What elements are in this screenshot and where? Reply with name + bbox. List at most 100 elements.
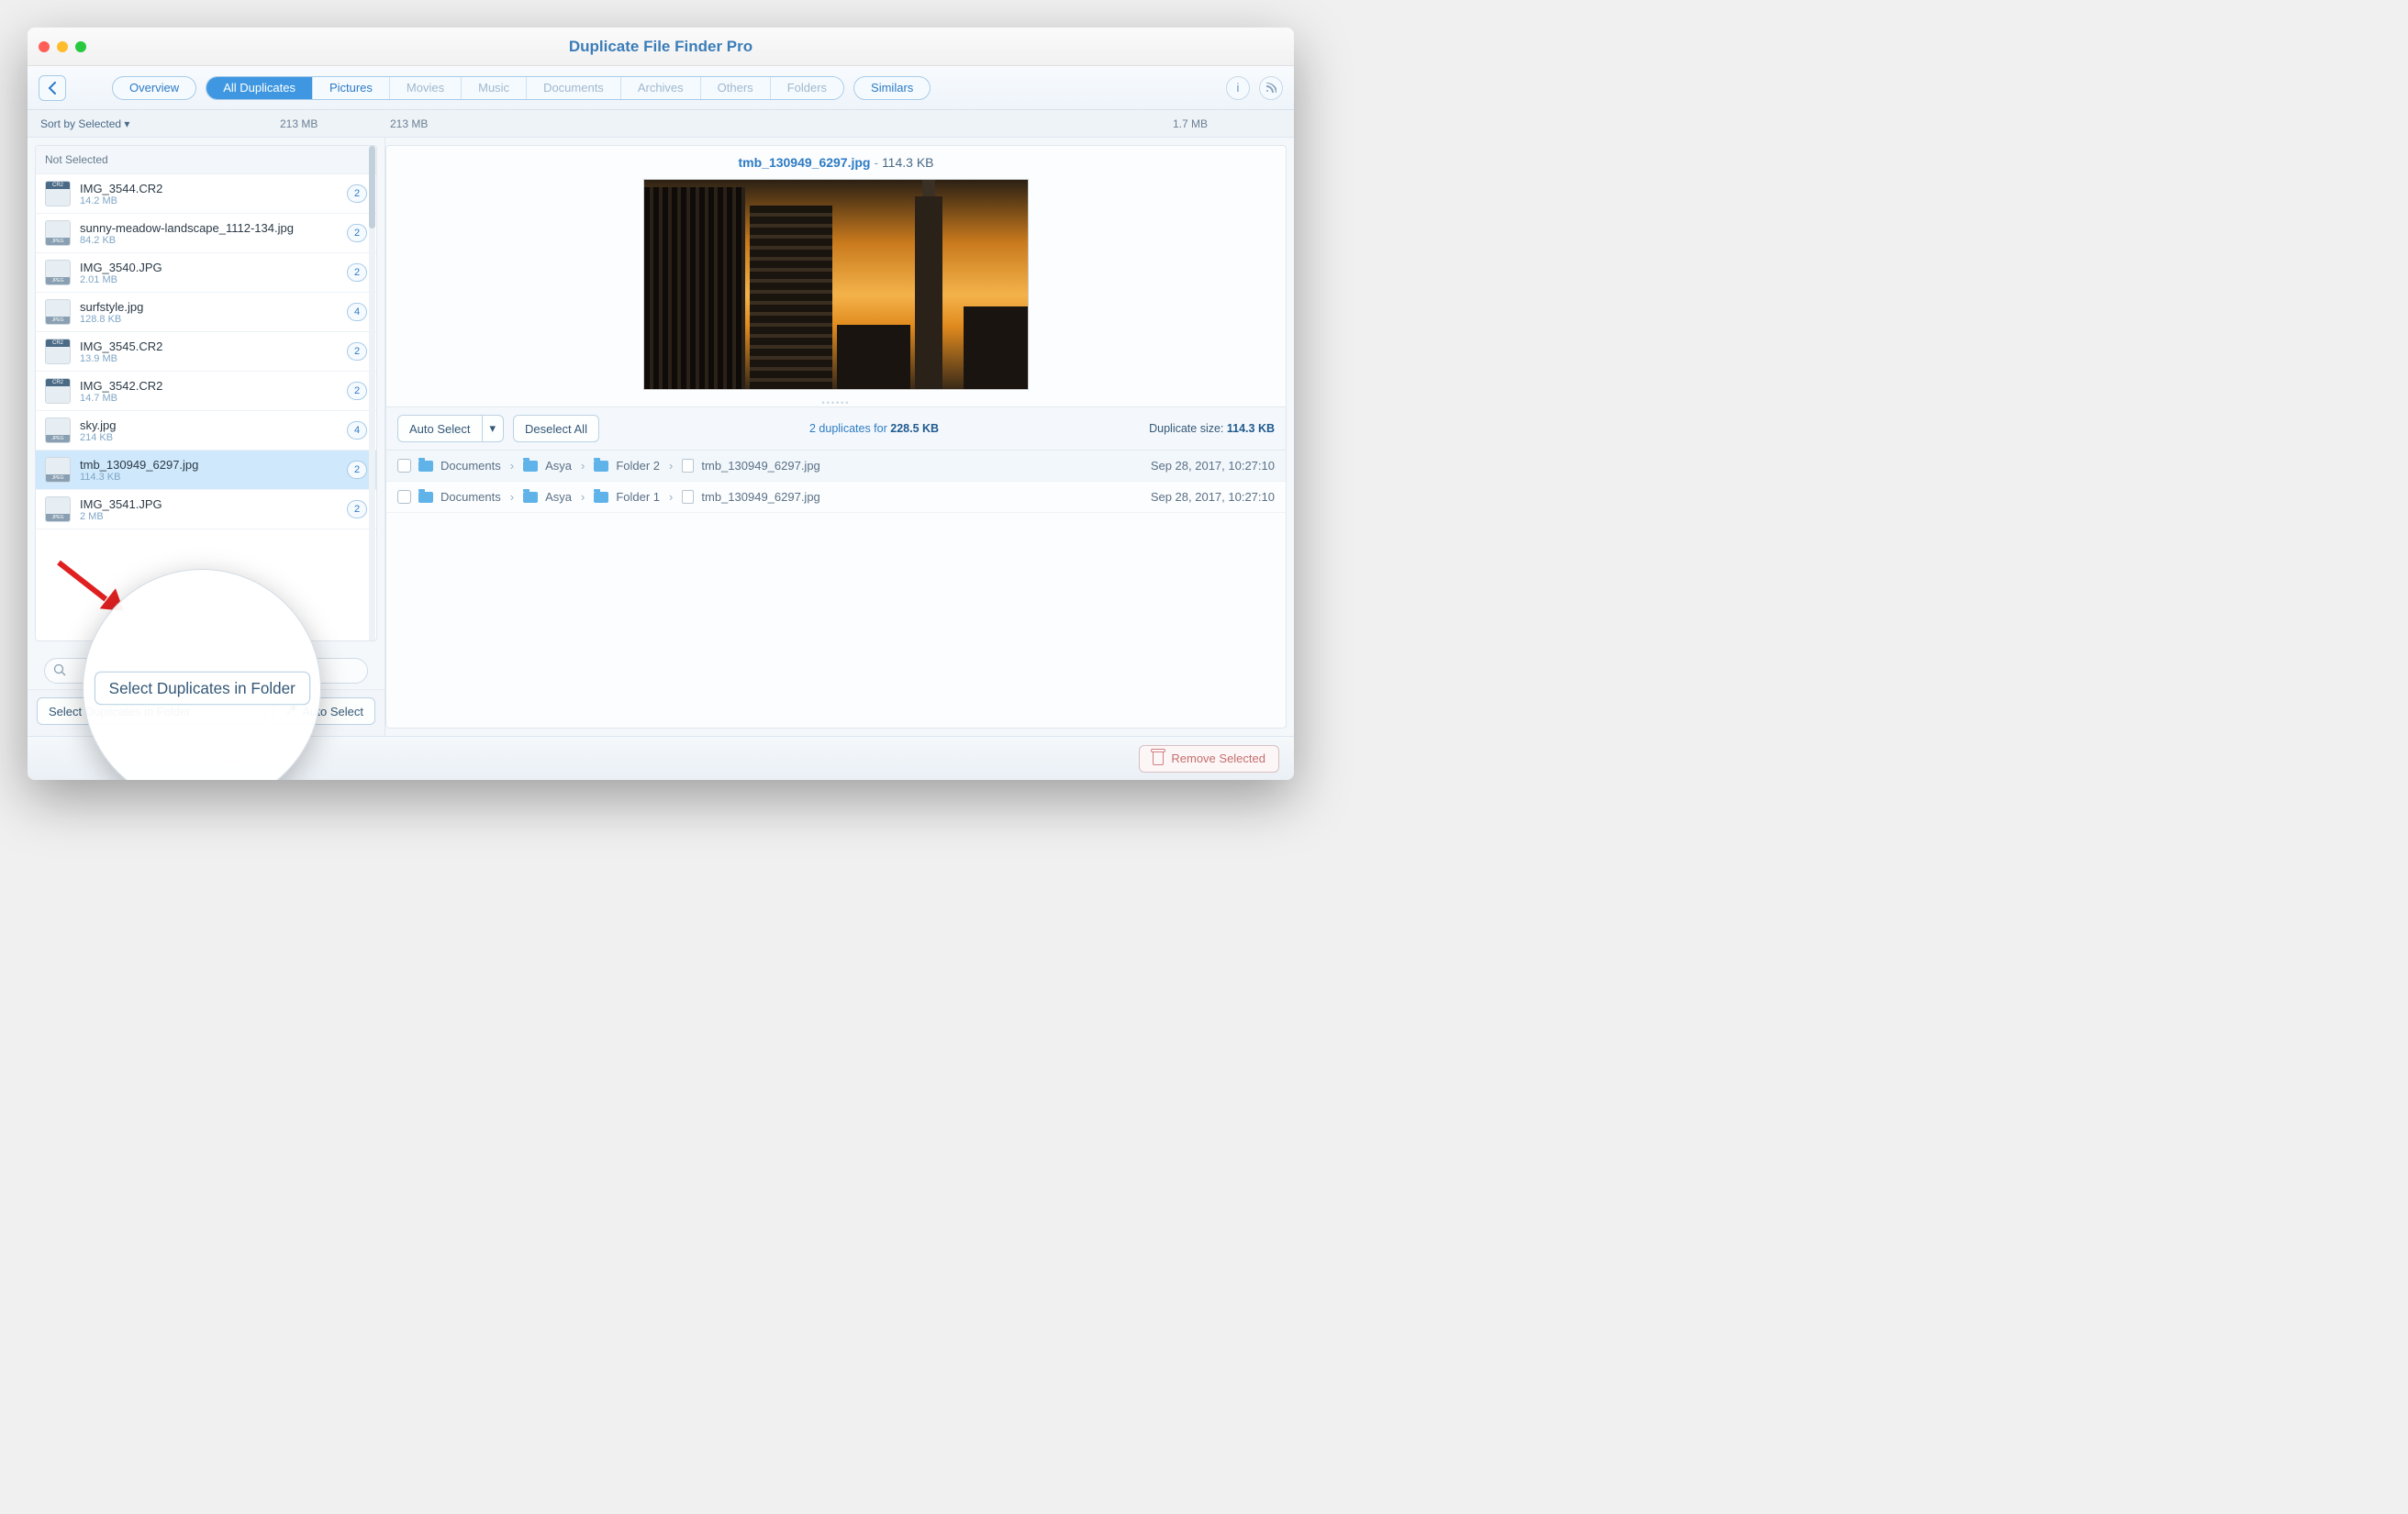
list-item[interactable]: IMG_3540.JPG2.01 MB2	[36, 253, 376, 293]
duplicate-size-label: Duplicate size: 114.3 KB	[1149, 422, 1275, 435]
zoom-button[interactable]	[75, 41, 86, 52]
folder-icon	[418, 461, 433, 472]
file-thumbnail	[45, 339, 71, 364]
sort-dropdown[interactable]: Sort by Selected ▾	[40, 117, 129, 130]
row-checkbox[interactable]	[397, 490, 411, 504]
tab-documents[interactable]: Documents	[527, 77, 621, 99]
file-thumbnail	[45, 220, 71, 246]
folder-icon	[418, 492, 433, 503]
category-tabs: All DuplicatesPicturesMoviesMusicDocumen…	[206, 76, 844, 100]
duplicate-count-badge: 2	[347, 461, 367, 479]
group-header: Not Selected	[36, 146, 376, 174]
list-item[interactable]: surfstyle.jpg128.8 KB 4	[36, 293, 376, 332]
list-item[interactable]: IMG_3541.JPG2 MB2	[36, 490, 376, 529]
folder-icon	[523, 492, 538, 503]
duplicate-count-badge: 2	[347, 224, 367, 242]
trash-icon	[1153, 752, 1164, 765]
file-size: 2.01 MB	[80, 274, 338, 285]
duplicate-count-badge: 4	[347, 421, 367, 440]
duplicate-count-badge: 4	[347, 303, 367, 321]
file-thumbnail	[45, 496, 71, 522]
scrollbar-thumb[interactable]	[369, 146, 375, 228]
duplicate-groups-panel: Not Selected IMG_3544.CR214.2 MB2sunny-m…	[35, 145, 377, 641]
file-name: IMG_3545.CR2	[80, 340, 338, 353]
split-handle[interactable]: ••••••	[386, 399, 1286, 406]
list-item[interactable]: IMG_3544.CR214.2 MB2	[36, 174, 376, 214]
app-window: Duplicate File Finder Pro Overview All D…	[28, 28, 1294, 780]
folder-icon	[594, 461, 608, 472]
duplicate-count-badge: 2	[347, 342, 367, 361]
wand-icon	[284, 704, 297, 719]
tab-pictures[interactable]: Pictures	[313, 77, 390, 99]
traffic-lights	[39, 41, 86, 52]
preview-size: 114.3 KB	[882, 155, 934, 170]
file-name: sunny-meadow-landscape_1112-134.jpg	[80, 221, 338, 235]
toolbar: Overview All DuplicatesPicturesMoviesMus…	[28, 66, 1294, 110]
deselect-all-button[interactable]: Deselect All	[513, 415, 599, 442]
file-thumbnail	[45, 378, 71, 404]
main-area: Not Selected IMG_3544.CR214.2 MB2sunny-m…	[28, 138, 1294, 736]
select-duplicates-in-folder-button[interactable]: Select Duplicates in Folder	[37, 697, 265, 725]
file-size: 84.2 KB	[80, 235, 338, 246]
file-size: 13.9 MB	[80, 353, 338, 364]
file-thumbnail	[45, 299, 71, 325]
file-date: Sep 28, 2017, 10:27:10	[1151, 459, 1275, 473]
info-icon[interactable]: i	[1226, 76, 1250, 100]
window-title: Duplicate File Finder Pro	[86, 38, 1235, 56]
duplicate-count-label: 2 duplicates for 228.5 KB	[608, 422, 1140, 435]
search-bar	[28, 649, 385, 689]
duplicate-file-rows: Documents › Asya › Folder 2 › tmb_130949…	[386, 451, 1286, 728]
file-name: sky.jpg	[80, 418, 338, 432]
file-size: 14.2 MB	[80, 195, 338, 206]
tab-music[interactable]: Music	[462, 77, 527, 99]
sub-toolbar: Sort by Selected ▾ 213 MB 213 MB 1.7 MB	[28, 110, 1294, 138]
auto-select-button[interactable]: Auto Select	[273, 697, 376, 725]
file-size: 2 MB	[80, 511, 338, 522]
list-item[interactable]: sunny-meadow-landscape_1112-134.jpg84.2 …	[36, 214, 376, 253]
tab-archives[interactable]: Archives	[621, 77, 701, 99]
file-name: surfstyle.jpg	[80, 300, 338, 314]
file-size: 128.8 KB	[80, 314, 338, 325]
list-item[interactable]: tmb_130949_6297.jpg114.3 KB2	[36, 451, 376, 490]
file-name: tmb_130949_6297.jpg	[80, 458, 338, 472]
row-checkbox[interactable]	[397, 459, 411, 473]
file-list[interactable]: IMG_3544.CR214.2 MB2sunny-meadow-landsca…	[36, 174, 376, 640]
duplicate-row[interactable]: Documents › Asya › Folder 2 › tmb_130949…	[386, 451, 1286, 482]
tab-movies[interactable]: Movies	[390, 77, 462, 99]
footer: Remove Selected	[28, 736, 1294, 780]
file-thumbnail	[45, 417, 71, 443]
similars-button[interactable]: Similars	[853, 76, 931, 100]
list-item[interactable]: sky.jpg214 KB4	[36, 411, 376, 451]
size-pictures: 213 MB	[390, 117, 428, 130]
rss-icon[interactable]	[1259, 76, 1283, 100]
search-input[interactable]	[44, 658, 368, 684]
sidebar-actions: Select Duplicates in Folder Auto Select	[28, 689, 385, 736]
back-button[interactable]	[39, 75, 66, 101]
folder-icon	[594, 492, 608, 503]
duplicate-count-badge: 2	[347, 184, 367, 203]
preview-image	[643, 179, 1029, 390]
titlebar: Duplicate File Finder Pro	[28, 28, 1294, 66]
overview-button[interactable]: Overview	[112, 76, 196, 100]
list-item[interactable]: IMG_3542.CR214.7 MB2	[36, 372, 376, 411]
file-icon	[682, 490, 694, 504]
duplicate-row[interactable]: Documents › Asya › Folder 1 › tmb_130949…	[386, 482, 1286, 513]
file-thumbnail	[45, 260, 71, 285]
sidebar: Not Selected IMG_3544.CR214.2 MB2sunny-m…	[28, 138, 385, 736]
file-size: 14.7 MB	[80, 393, 338, 404]
tab-all-duplicates[interactable]: All Duplicates	[206, 77, 313, 99]
file-name: IMG_3541.JPG	[80, 497, 338, 511]
file-thumbnail	[45, 457, 71, 483]
tab-folders[interactable]: Folders	[771, 77, 843, 99]
minimize-button[interactable]	[57, 41, 68, 52]
close-button[interactable]	[39, 41, 50, 52]
auto-select-dropdown[interactable]: ▾	[483, 415, 505, 442]
remove-selected-button[interactable]: Remove Selected	[1139, 745, 1279, 773]
list-item[interactable]: IMG_3545.CR213.9 MB 2	[36, 332, 376, 372]
auto-select-detail-button[interactable]: Auto Select	[397, 415, 483, 442]
preview-header: tmb_130949_6297.jpg - 114.3 KB	[386, 146, 1286, 179]
duplicate-filename: tmb_130949_6297.jpg	[701, 490, 819, 504]
tab-others[interactable]: Others	[701, 77, 771, 99]
file-date: Sep 28, 2017, 10:27:10	[1151, 490, 1275, 504]
search-icon	[53, 663, 66, 679]
